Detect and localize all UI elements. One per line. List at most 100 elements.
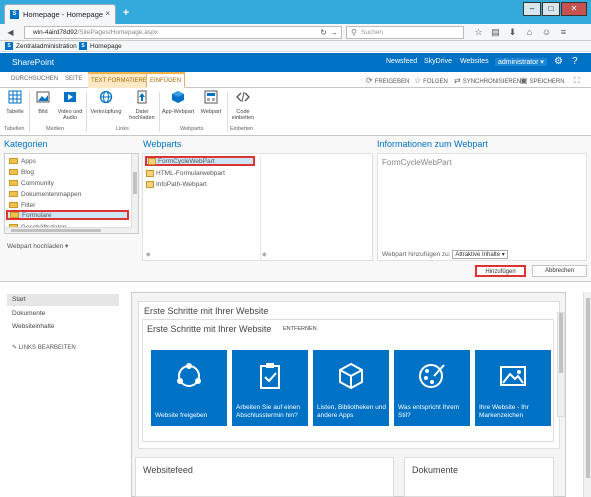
category-item-apps[interactable]: Apps [9,156,36,166]
cancel-button[interactable]: Abbrechen [532,265,587,277]
category-item-community[interactable]: Community [9,178,54,188]
webpart-upload-link[interactable]: Webpart hochladen ▾ [7,242,68,250]
nav-item-start[interactable]: Start [7,294,119,306]
add-webpart-button[interactable]: Hinzufügen [475,265,526,277]
app-webpart-button[interactable]: App-Webpart [161,90,195,115]
upload-file-icon [137,90,147,104]
star-icon[interactable]: ☆ [470,27,487,38]
browser-titlebar: S Homepage - Homepage × + – □ ✕ [0,0,591,24]
palette-icon [419,364,445,388]
bookmark-zentraladministration[interactable]: S Zentraladministration [5,42,77,50]
remove-button[interactable]: ENTFERNEN [283,326,317,332]
webpart-adder-panel: Kategorien Webparts Informationen zum We… [0,136,591,282]
window-controls: – □ ✕ [522,2,587,16]
folder-icon [9,202,18,208]
suite-link-newsfeed[interactable]: Newsfeed [386,58,417,65]
tab-durchsuchen[interactable]: DURCHSUCHEN [8,72,61,88]
webpart-item-html-formular[interactable]: HTML-Formularwebpart [146,168,225,178]
webpart-item-infopath[interactable]: InfoPath-Webpart [146,179,207,189]
tab-close-icon[interactable]: × [105,9,110,18]
bild-label: Bild [38,108,48,115]
ribbon-separator [86,92,87,132]
datei-hochladen-label: Datei hochladen [129,108,155,122]
share-action[interactable]: ⟳ FREIGEBEN [366,76,409,85]
category-item-dokumentenmappen[interactable]: Dokumentenmappen [9,189,81,199]
tile-branding[interactable]: Ihre Website - Ihr Markenzeichen [475,350,551,426]
fullscreen-icon[interactable]: ⛶ [574,76,582,86]
tile-style[interactable]: Was entspricht Ihrem Stil? [394,350,470,426]
bookmarks-bar: S Zentraladministration S Homepage [0,41,591,52]
page-nav-icon[interactable]: ◆ [262,251,267,258]
sync-action[interactable]: ⇄ SYNCHRONISIEREN [454,76,521,85]
suite-link-websites[interactable]: Websites [460,58,489,65]
tile-deadline[interactable]: Arbeiten Sie auf einen Abschlusstermin h… [232,350,308,426]
nav-item-dokumente[interactable]: Dokumente [7,308,45,320]
browser-search[interactable]: ⚲ Suchen [346,26,464,39]
tabelle-button[interactable]: Tabelle [4,90,26,115]
settings-gear-icon[interactable]: ⚙ [554,56,563,67]
tab-einfuegen[interactable]: EINFÜGEN [146,72,186,88]
tab-text-formatieren[interactable]: TEXT FORMATIEREN [88,72,155,88]
suite-link-skydrive[interactable]: SkyDrive [424,58,452,65]
back-button[interactable]: ◀ [5,27,16,38]
clipboard-icon[interactable]: ▤ [487,27,504,38]
datei-hochladen-button[interactable]: Datei hochladen [127,90,157,122]
scrollbar-thumb[interactable] [11,229,101,232]
video-audio-button[interactable]: Video und Audio [56,90,84,122]
browser-tab[interactable]: S Homepage - Homepage × [4,4,116,24]
save-label: SPEICHERN [529,79,565,85]
home-icon[interactable]: ⌂ [521,27,538,38]
scrollbar-thumb[interactable] [133,172,137,194]
category-horizontal-scrollbar[interactable] [5,227,132,233]
sharepoint-brand[interactable]: SharePoint [12,57,54,67]
scrollbar-thumb[interactable] [559,313,563,373]
group-label-tabellen: Tabellen [4,126,25,132]
toolbar-icons: ☆ ▤ ⬇ ⌂ ☺ ≡ [470,27,572,38]
url-bar[interactable]: win-4aird78d92/SitePages/Homepage.aspx ↻… [24,26,342,39]
reload-icon[interactable]: ↻ [320,28,327,37]
edit-links-label: LINKS BEARBEITEN [18,345,76,351]
category-label: Filter [21,201,36,209]
follow-action[interactable]: ☆ FOLGEN [414,76,448,85]
tiles-scrollbar[interactable] [557,312,565,417]
webpart-item-formcycle[interactable]: FormCycleWebPart [145,156,255,166]
user-menu[interactable]: administrator ▾ [495,58,547,66]
maximize-button[interactable]: □ [542,2,560,16]
go-arrow-icon[interactable]: → [330,28,338,37]
edit-links-button[interactable]: ✎ LINKS BEARBEITEN [7,342,76,354]
webpart-label: InfoPath-Webpart [156,180,207,188]
category-item-formulare[interactable]: Formulare [6,210,129,220]
tile-share-site[interactable]: Website freigeben [151,350,227,426]
page-content-area: Erste Schritte mit Ihrer Website Erste S… [131,292,566,497]
zone-select[interactable]: Attraktive Inhalte ▾ [452,250,508,259]
category-vertical-scrollbar[interactable] [131,154,138,233]
verknuepfung-button[interactable]: Verknüpfung [88,90,124,115]
bookmark-homepage[interactable]: S Homepage [79,42,122,50]
code-einbetten-button[interactable]: Code einbetten [230,90,256,122]
minimize-button[interactable]: – [523,2,541,16]
new-tab-button[interactable]: + [120,7,132,19]
getting-started-zone-title: Erste Schritte mit Ihrer Website [144,306,269,316]
save-action[interactable]: ▣ SPEICHERN [520,76,565,85]
menu-icon[interactable]: ≡ [555,27,572,38]
download-icon[interactable]: ⬇ [504,27,521,38]
help-icon[interactable]: ? [572,56,578,67]
webpart-button[interactable]: Webpart [198,90,224,115]
scrollbar-thumb[interactable] [586,298,590,478]
table-icon [8,90,22,104]
close-window-button[interactable]: ✕ [561,2,587,16]
category-item-blog[interactable]: Blog [9,167,34,177]
category-item-filter[interactable]: Filter [9,200,35,210]
sharepoint-favicon-icon: S [79,42,87,50]
group-label-links: Links [116,126,129,132]
webparts-heading: Webparts [143,139,182,149]
chat-icon[interactable]: ☺ [538,27,555,38]
page-nav-icon[interactable]: ◆ [146,251,151,258]
ribbon-separator [29,92,30,132]
landscape-icon [500,366,526,386]
tab-seite[interactable]: SEITE [62,72,85,88]
tile-lists-libraries[interactable]: Listen, Bibliotheken und andere Apps [313,350,389,426]
bild-button[interactable]: Bild [33,90,53,115]
nav-item-websiteinhalte[interactable]: Websiteinhalte [7,321,55,333]
page-scrollbar[interactable] [583,292,591,497]
